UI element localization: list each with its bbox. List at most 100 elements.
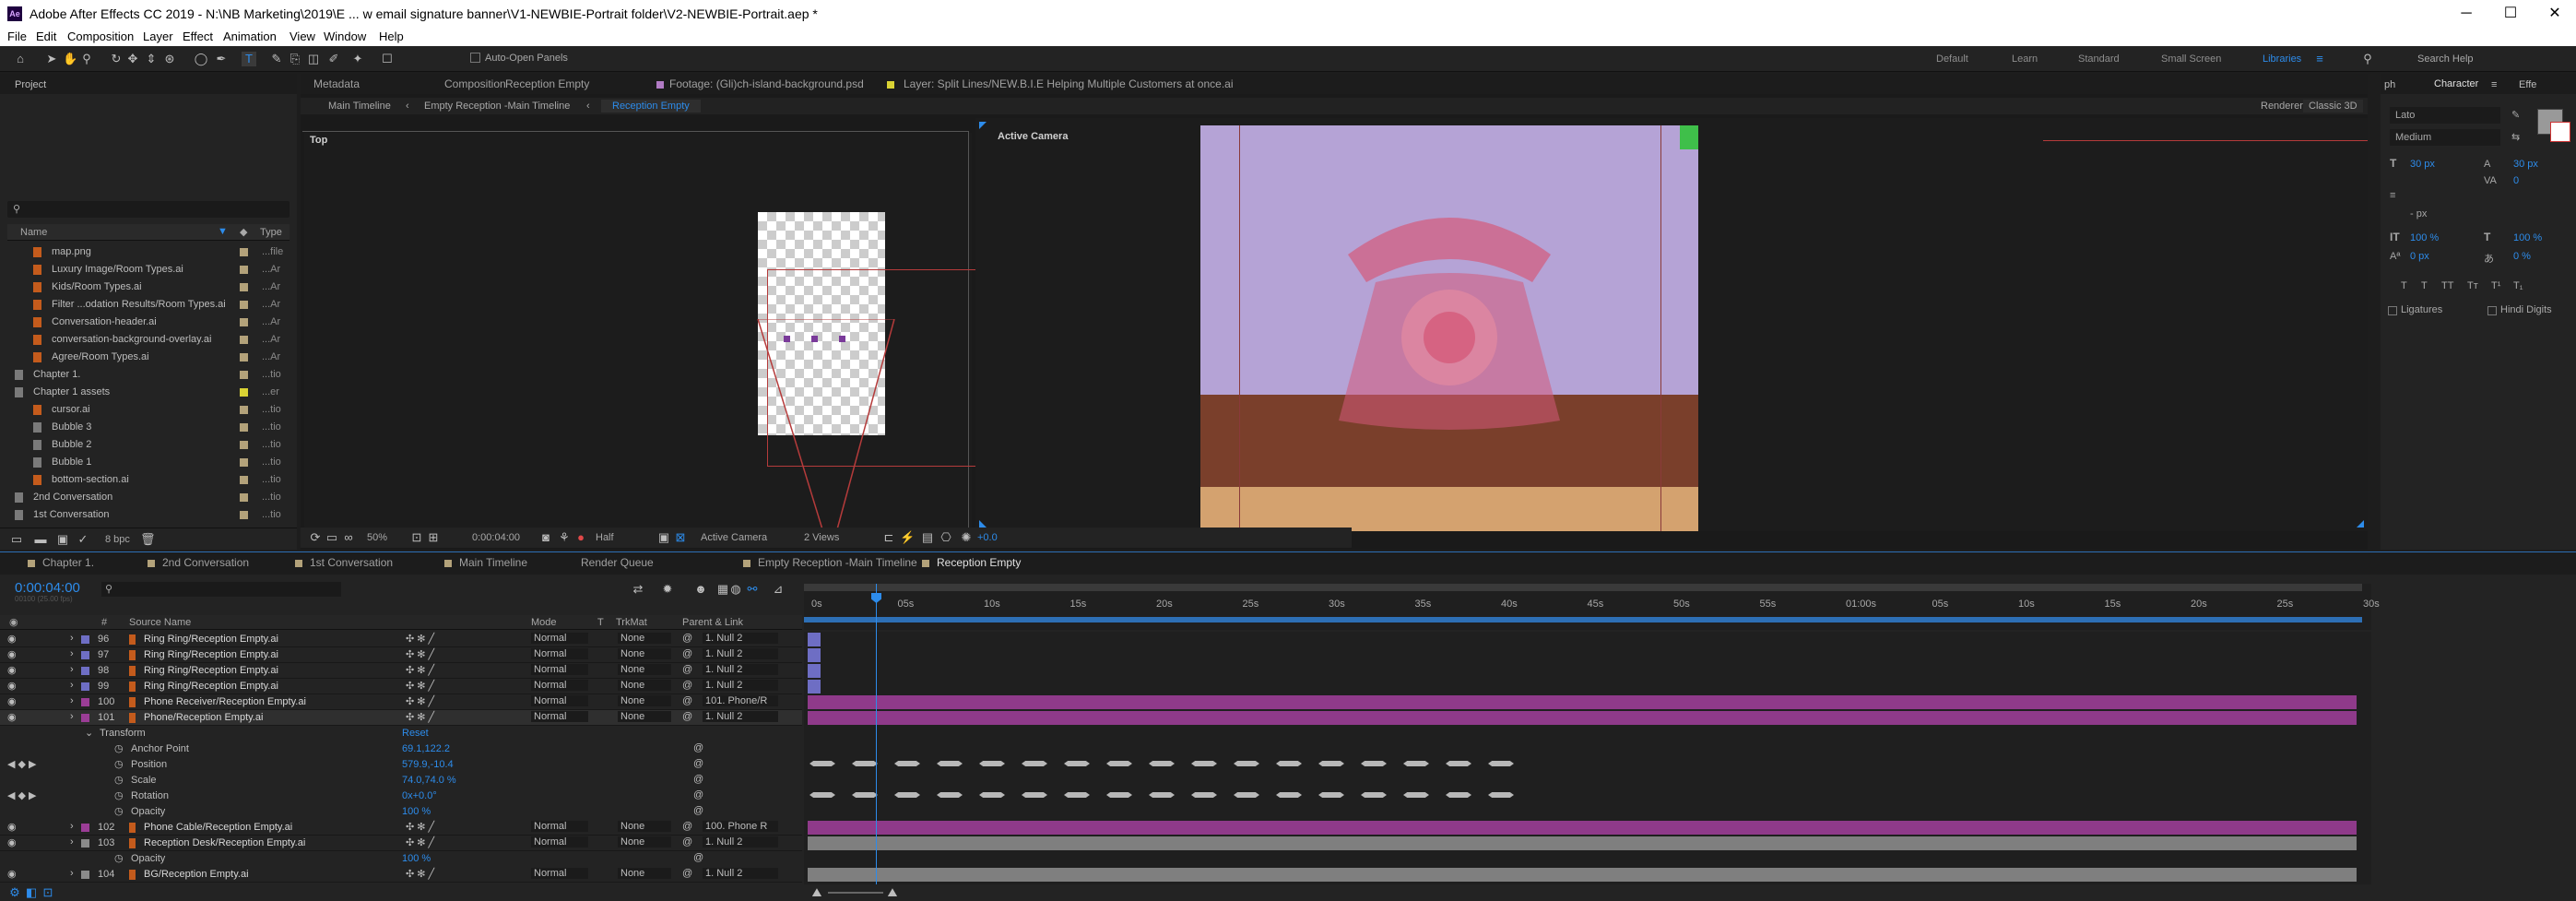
superscript-button[interactable]: T¹ — [2491, 280, 2500, 291]
blend-mode-select[interactable]: Normal — [531, 664, 588, 675]
keyframe[interactable] — [1446, 792, 1471, 798]
track-matte-select[interactable]: None — [618, 648, 671, 659]
eye-icon[interactable]: ◉ — [7, 836, 17, 848]
property-value[interactable]: 100 % — [402, 853, 431, 864]
timeline-icon[interactable]: ▤ — [920, 530, 935, 545]
tab-effects[interactable]: Effe — [2519, 79, 2536, 90]
hand-tool-icon[interactable]: ✋ — [63, 52, 77, 66]
show-snapshot-icon[interactable]: ⚘ — [557, 530, 572, 545]
snapping-icon[interactable]: ☐ — [380, 52, 395, 66]
layer-row[interactable]: ◉ › 100 Phone Receiver/Reception Empty.ai ✣ … — [0, 694, 802, 710]
property-value[interactable]: 100 % — [402, 806, 431, 817]
expand-arrow-icon[interactable]: › — [70, 648, 74, 659]
timecode-display[interactable]: 0:00:04:00 — [15, 580, 80, 596]
selection-tool-icon[interactable]: ➤ — [44, 52, 59, 66]
label-color-swatch[interactable] — [240, 371, 248, 379]
track-matte-select[interactable]: None — [618, 836, 671, 848]
timeline-tab[interactable]: Empty Reception -Main Timeline — [758, 556, 917, 569]
blend-mode-select[interactable]: Normal — [531, 695, 588, 706]
ellipse-tool-icon[interactable]: ◯ — [194, 52, 208, 66]
keyframe[interactable] — [852, 792, 878, 798]
eye-icon[interactable]: ◉ — [7, 680, 17, 692]
project-item[interactable]: cursor.ai ...tio — [7, 401, 290, 419]
swap-colors-icon[interactable]: ⇆ — [2511, 131, 2520, 143]
pick-whip-icon[interactable]: @ — [682, 664, 693, 675]
column-t[interactable]: T — [597, 617, 604, 628]
timeline-tab[interactable]: 2nd Conversation — [162, 556, 249, 569]
label-color-swatch[interactable] — [240, 283, 248, 291]
horizontal-scale-value[interactable]: 100 % — [2513, 232, 2542, 243]
in-out-icon[interactable]: ⊡ — [41, 885, 55, 900]
region-of-interest-icon[interactable]: ▣ — [656, 530, 671, 545]
layer-row[interactable]: ◉ › 104 BG/Reception Empty.ai ✣ ✻ ╱ Normal Non… — [0, 867, 802, 883]
keyframe[interactable] — [809, 792, 835, 798]
camera-view-select[interactable]: Active Camera — [701, 532, 767, 543]
layer-row[interactable]: ◉ › 102 Phone Cable/Reception Empty.ai ✣ ✻ ╱… — [0, 820, 802, 836]
blend-mode-select[interactable]: Normal — [531, 711, 588, 722]
workspace-standard[interactable]: Standard — [2078, 53, 2120, 65]
timeline-tab[interactable]: 1st Conversation — [310, 556, 393, 569]
timeline-tab[interactable]: Main Timeline — [459, 556, 527, 569]
menu-help[interactable]: Help — [379, 30, 404, 43]
eye-icon[interactable]: ◉ — [7, 821, 17, 833]
breadcrumb-reception-empty[interactable]: Reception Empty — [601, 100, 701, 113]
work-area-bar[interactable] — [804, 617, 2362, 622]
property-value[interactable]: 69.1,122.2 — [402, 743, 450, 754]
blend-mode-select[interactable]: Normal — [531, 633, 588, 644]
vr-icon[interactable]: ∞ — [341, 530, 356, 545]
home-icon[interactable]: ⌂ — [13, 52, 28, 66]
layer-label-color[interactable] — [81, 682, 89, 691]
layer-switches-icon[interactable]: ✣ ✻ ╱ — [406, 633, 434, 645]
parent-select[interactable]: 1. Null 2 — [703, 648, 778, 659]
layer-duration-bar[interactable] — [808, 648, 821, 662]
layer-row[interactable]: ◉ › 97 Ring Ring/Reception Empty.ai ✣ ✻ ╱ Nor… — [0, 647, 802, 663]
project-item[interactable]: Bubble 2 ...tio — [7, 436, 290, 454]
pick-whip-icon[interactable]: @ — [693, 789, 703, 800]
pick-whip-icon[interactable]: @ — [693, 758, 703, 769]
label-column-icon[interactable]: ◆ — [240, 226, 247, 238]
layer-name[interactable]: Reception Desk/Reception Empty.ai — [144, 837, 305, 848]
eye-icon[interactable]: ◉ — [7, 633, 17, 645]
minimize-button[interactable]: ─ — [2445, 0, 2487, 28]
project-search-input[interactable]: ⚲ — [7, 201, 290, 218]
maximize-button[interactable]: ☐ — [2489, 0, 2532, 28]
keyframe[interactable] — [1488, 792, 1514, 798]
tab-composition-name[interactable]: Reception Empty — [505, 77, 589, 90]
layer-name[interactable]: Ring Ring/Reception Empty.ai — [144, 634, 278, 645]
keyframe[interactable] — [1022, 761, 1047, 766]
eraser-tool-icon[interactable]: ◫ — [306, 52, 321, 66]
pick-whip-icon[interactable]: @ — [682, 695, 693, 706]
track-matte-select[interactable]: None — [618, 664, 671, 675]
keyframe[interactable] — [894, 792, 920, 798]
puppet-tool-icon[interactable]: ✦ — [350, 52, 365, 66]
workspace-menu-icon[interactable]: ≡ — [2312, 52, 2327, 66]
menu-composition[interactable]: Composition — [67, 30, 134, 43]
expand-arrow-icon[interactable]: › — [70, 821, 74, 832]
project-item[interactable]: Bubble 3 ...tio — [7, 419, 290, 436]
label-color-swatch[interactable] — [240, 406, 248, 414]
track-matte-select[interactable]: None — [618, 695, 671, 706]
clone-stamp-icon[interactable]: ⎘ — [288, 52, 302, 66]
label-color-swatch[interactable] — [240, 423, 248, 432]
layer-name[interactable]: Phone Receiver/Reception Empty.ai — [144, 696, 306, 707]
project-item[interactable]: Kids/Room Types.ai ...Ar — [7, 279, 290, 296]
label-color-swatch[interactable] — [240, 301, 248, 309]
shy-icon[interactable]: ☻ — [693, 582, 708, 597]
vertical-scale-value[interactable]: 100 % — [2410, 232, 2439, 243]
blend-mode-select[interactable]: Normal — [531, 680, 588, 691]
keyframe[interactable] — [1276, 792, 1302, 798]
ligatures-checkbox[interactable] — [2388, 306, 2397, 315]
pick-whip-icon[interactable]: @ — [693, 852, 703, 863]
keyframe[interactable] — [979, 792, 1005, 798]
expand-arrow-icon[interactable]: › — [70, 695, 74, 706]
property-row[interactable]: ◷ Anchor Point 69.1,122.2 @ — [0, 741, 802, 757]
keyframe[interactable] — [1022, 792, 1047, 798]
property-row[interactable]: ◷ Opacity 100 % @ — [0, 804, 802, 820]
current-time-display[interactable]: 0:00:04:00 — [472, 532, 520, 543]
keyframe[interactable] — [1149, 761, 1175, 766]
layer-name[interactable]: Phone Cable/Reception Empty.ai — [144, 822, 292, 833]
layer-switches-icon[interactable]: ✣ ✻ ╱ — [406, 648, 434, 660]
magnification-select[interactable]: 50% — [367, 532, 387, 543]
property-value[interactable]: 74.0,74.0 % — [402, 775, 456, 786]
column-mode[interactable]: Mode — [531, 617, 557, 628]
